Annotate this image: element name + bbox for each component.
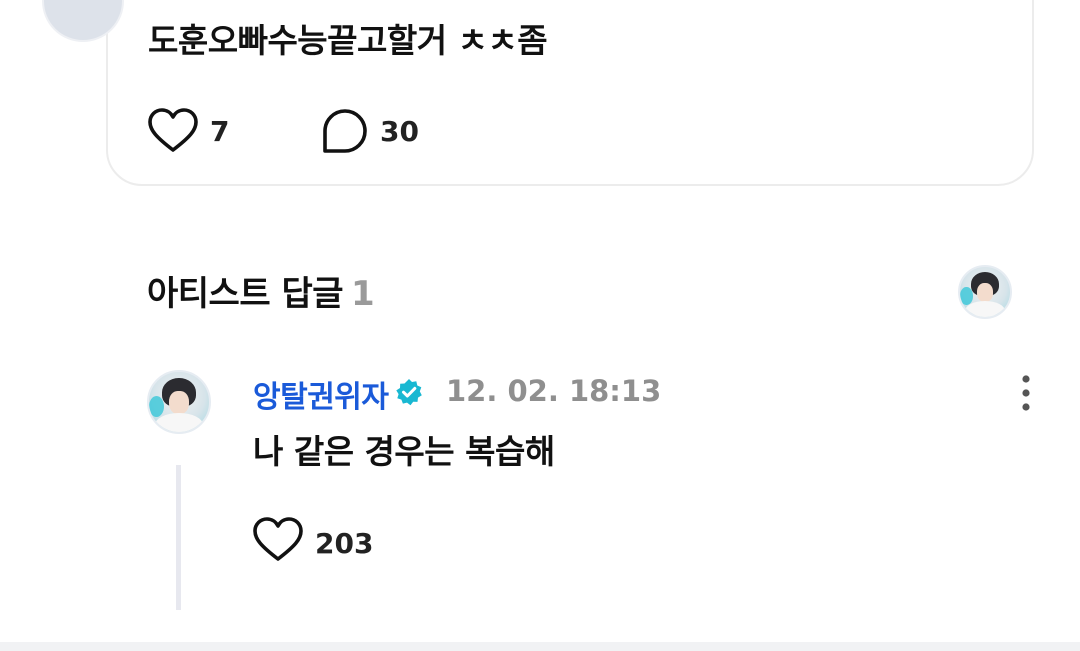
more-options-icon[interactable] — [1012, 374, 1040, 412]
reply-like-count: 203 — [315, 527, 374, 560]
reply-author-name[interactable]: 앙탈권위자 — [253, 372, 389, 416]
reply-author-avatar[interactable] — [147, 370, 211, 434]
post-text: 도훈오빠수능끝고할거 ㅊㅊ좀 — [148, 21, 548, 60]
post-like-count: 7 — [210, 114, 230, 148]
artist-avatar[interactable] — [958, 265, 1012, 319]
reply-text: 나 같은 경우는 복습해 — [253, 432, 555, 471]
artist-replies-title: 아티스트 답글 — [147, 274, 344, 314]
section-divider — [0, 642, 1080, 651]
post-comment-button[interactable]: 30 — [322, 108, 419, 154]
heart-icon — [148, 108, 198, 154]
reply-like-button[interactable]: 203 — [253, 517, 373, 570]
post-like-button[interactable]: 7 — [148, 108, 229, 154]
post-comment-count: 30 — [380, 114, 419, 148]
heart-icon — [253, 517, 303, 570]
verified-badge-icon — [395, 378, 423, 406]
artist-replies-heading: 아티스트 답글 1 — [147, 266, 375, 315]
reply-timestamp: 12. 02. 18:13 — [446, 374, 662, 408]
speech-bubble-icon — [322, 108, 368, 154]
thread-line — [176, 465, 181, 610]
artist-replies-count: 1 — [351, 274, 375, 314]
